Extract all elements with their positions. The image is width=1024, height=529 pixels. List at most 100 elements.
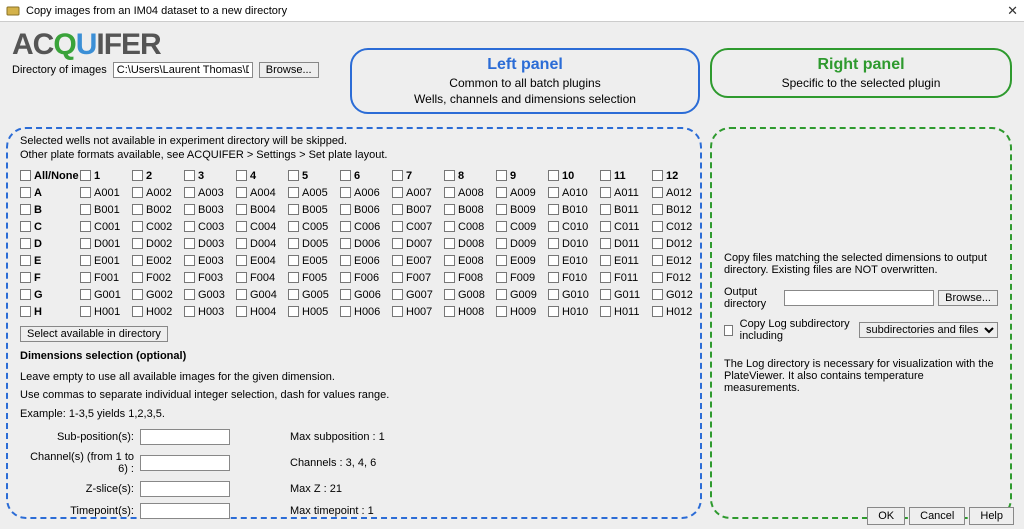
well-E005[interactable]: E005 xyxy=(288,255,340,267)
row-header-D[interactable]: D xyxy=(20,238,80,250)
well-F001[interactable]: F001 xyxy=(80,272,132,284)
row-header-E[interactable]: E xyxy=(20,255,80,267)
well-H010[interactable]: H010 xyxy=(548,306,600,318)
well-H001[interactable]: H001 xyxy=(80,306,132,318)
well-B001[interactable]: B001 xyxy=(80,204,132,216)
output-dir-browse-button[interactable]: Browse... xyxy=(938,290,998,306)
well-H004[interactable]: H004 xyxy=(236,306,288,318)
col-header-11[interactable]: 11 xyxy=(600,170,652,182)
well-D004[interactable]: D004 xyxy=(236,238,288,250)
copylog-checkbox[interactable] xyxy=(724,325,733,336)
col-header-5[interactable]: 5 xyxy=(288,170,340,182)
well-H003[interactable]: H003 xyxy=(184,306,236,318)
well-A007[interactable]: A007 xyxy=(392,187,444,199)
well-E011[interactable]: E011 xyxy=(600,255,652,267)
well-C002[interactable]: C002 xyxy=(132,221,184,233)
well-A010[interactable]: A010 xyxy=(548,187,600,199)
row-header-G[interactable]: G xyxy=(20,289,80,301)
well-E003[interactable]: E003 xyxy=(184,255,236,267)
well-F011[interactable]: F011 xyxy=(600,272,652,284)
well-B009[interactable]: B009 xyxy=(496,204,548,216)
well-G001[interactable]: G001 xyxy=(80,289,132,301)
col-header-4[interactable]: 4 xyxy=(236,170,288,182)
well-A006[interactable]: A006 xyxy=(340,187,392,199)
select-available-button[interactable]: Select available in directory xyxy=(20,326,168,342)
well-B003[interactable]: B003 xyxy=(184,204,236,216)
well-G006[interactable]: G006 xyxy=(340,289,392,301)
well-F004[interactable]: F004 xyxy=(236,272,288,284)
col-header-6[interactable]: 6 xyxy=(340,170,392,182)
well-B005[interactable]: B005 xyxy=(288,204,340,216)
well-C008[interactable]: C008 xyxy=(444,221,496,233)
output-dir-input[interactable] xyxy=(784,290,934,306)
cancel-button[interactable]: Cancel xyxy=(909,507,965,525)
well-G009[interactable]: G009 xyxy=(496,289,548,301)
well-E010[interactable]: E010 xyxy=(548,255,600,267)
well-F012[interactable]: F012 xyxy=(652,272,704,284)
well-B002[interactable]: B002 xyxy=(132,204,184,216)
well-F007[interactable]: F007 xyxy=(392,272,444,284)
well-B004[interactable]: B004 xyxy=(236,204,288,216)
well-D011[interactable]: D011 xyxy=(600,238,652,250)
well-E006[interactable]: E006 xyxy=(340,255,392,267)
well-D002[interactable]: D002 xyxy=(132,238,184,250)
well-G012[interactable]: G012 xyxy=(652,289,704,301)
well-B008[interactable]: B008 xyxy=(444,204,496,216)
well-E001[interactable]: E001 xyxy=(80,255,132,267)
well-D003[interactable]: D003 xyxy=(184,238,236,250)
row-header-F[interactable]: F xyxy=(20,272,80,284)
well-F002[interactable]: F002 xyxy=(132,272,184,284)
well-E002[interactable]: E002 xyxy=(132,255,184,267)
col-header-2[interactable]: 2 xyxy=(132,170,184,182)
subposition-input[interactable] xyxy=(140,429,230,445)
well-H005[interactable]: H005 xyxy=(288,306,340,318)
well-B011[interactable]: B011 xyxy=(600,204,652,216)
col-header-1[interactable]: 1 xyxy=(80,170,132,182)
well-A001[interactable]: A001 xyxy=(80,187,132,199)
well-C010[interactable]: C010 xyxy=(548,221,600,233)
well-C007[interactable]: C007 xyxy=(392,221,444,233)
well-E008[interactable]: E008 xyxy=(444,255,496,267)
zslice-input[interactable] xyxy=(140,481,230,497)
row-header-C[interactable]: C xyxy=(20,221,80,233)
allnone-cell[interactable]: All/None xyxy=(20,170,80,182)
well-C005[interactable]: C005 xyxy=(288,221,340,233)
well-B007[interactable]: B007 xyxy=(392,204,444,216)
well-E012[interactable]: E012 xyxy=(652,255,704,267)
well-A011[interactable]: A011 xyxy=(600,187,652,199)
channels-input[interactable] xyxy=(140,455,230,471)
well-G003[interactable]: G003 xyxy=(184,289,236,301)
well-G011[interactable]: G011 xyxy=(600,289,652,301)
timepoint-input[interactable] xyxy=(140,503,230,519)
well-D010[interactable]: D010 xyxy=(548,238,600,250)
col-header-12[interactable]: 12 xyxy=(652,170,704,182)
well-D007[interactable]: D007 xyxy=(392,238,444,250)
well-A005[interactable]: A005 xyxy=(288,187,340,199)
well-A003[interactable]: A003 xyxy=(184,187,236,199)
ok-button[interactable]: OK xyxy=(867,507,905,525)
well-A004[interactable]: A004 xyxy=(236,187,288,199)
well-F009[interactable]: F009 xyxy=(496,272,548,284)
well-C012[interactable]: C012 xyxy=(652,221,704,233)
well-A008[interactable]: A008 xyxy=(444,187,496,199)
well-C006[interactable]: C006 xyxy=(340,221,392,233)
well-E004[interactable]: E004 xyxy=(236,255,288,267)
well-E009[interactable]: E009 xyxy=(496,255,548,267)
well-D005[interactable]: D005 xyxy=(288,238,340,250)
well-D009[interactable]: D009 xyxy=(496,238,548,250)
close-icon[interactable]: ✕ xyxy=(1007,3,1018,19)
well-B012[interactable]: B012 xyxy=(652,204,704,216)
well-H009[interactable]: H009 xyxy=(496,306,548,318)
well-A009[interactable]: A009 xyxy=(496,187,548,199)
well-H012[interactable]: H012 xyxy=(652,306,704,318)
copylog-select[interactable]: subdirectories and files xyxy=(859,322,998,338)
browse-directory-button[interactable]: Browse... xyxy=(259,62,319,78)
row-header-A[interactable]: A xyxy=(20,187,80,199)
well-G007[interactable]: G007 xyxy=(392,289,444,301)
col-header-7[interactable]: 7 xyxy=(392,170,444,182)
well-F003[interactable]: F003 xyxy=(184,272,236,284)
well-C001[interactable]: C001 xyxy=(80,221,132,233)
well-A012[interactable]: A012 xyxy=(652,187,704,199)
well-H002[interactable]: H002 xyxy=(132,306,184,318)
well-F010[interactable]: F010 xyxy=(548,272,600,284)
